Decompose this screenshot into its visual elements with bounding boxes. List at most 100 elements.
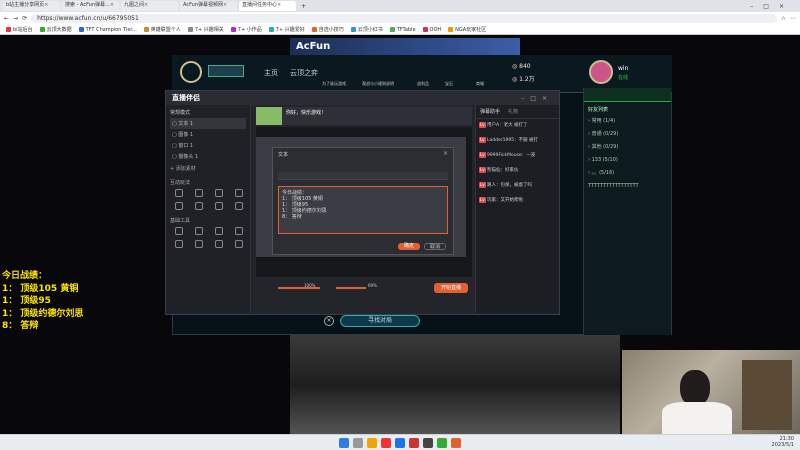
scene-item[interactable]: ▢ 窗口 1	[170, 140, 246, 151]
app-icon[interactable]	[381, 437, 391, 448]
chat-user[interactable]: 9999FickMouse：	[486, 153, 526, 158]
bookmark-item[interactable]: 7+ 兴趣相关	[187, 26, 224, 33]
tab-0[interactable]: b站主播分享网页×	[3, 1, 60, 11]
close-icon[interactable]: ×	[144, 2, 148, 8]
cancel-button[interactable]: 取消	[424, 243, 446, 250]
audio-controls: 100% 69% 开始直播	[256, 280, 472, 296]
tab-3[interactable]: AcFun弹幕视频网×	[180, 1, 237, 11]
find-match-button[interactable]: 寻找对局	[340, 315, 420, 327]
streaming-app-icon[interactable]	[451, 437, 461, 448]
friend-entry[interactable]: TTTTTTTTTTTTTTTTT	[588, 180, 667, 193]
forward-icon[interactable]: →	[13, 15, 18, 22]
chat-user[interactable]: 路人：	[486, 183, 501, 188]
tool-button[interactable]	[230, 240, 248, 249]
subnav-item[interactable]: 为了谁玩游戏	[322, 81, 346, 87]
app-icon[interactable]	[423, 437, 433, 448]
start-icon[interactable]	[339, 437, 349, 448]
scene-item[interactable]: ▢ 文本 1	[170, 118, 246, 129]
friend-group[interactable]: › 。。(5/16)	[588, 167, 667, 180]
explorer-icon[interactable]	[367, 437, 377, 448]
tool-button[interactable]	[170, 227, 188, 236]
tool-button[interactable]	[170, 240, 188, 249]
scene-item[interactable]: ▢ 摄像头 1	[170, 151, 246, 162]
bookmark-item[interactable]: TFT Champion Tier...	[78, 27, 137, 33]
chat-user[interactable]: 用户A：	[486, 123, 504, 128]
avatar[interactable]	[589, 60, 613, 84]
search-icon[interactable]	[353, 437, 363, 448]
close-icon[interactable]: ×	[223, 2, 227, 8]
window-controls[interactable]: –□×	[521, 95, 553, 102]
tool-button[interactable]	[230, 202, 248, 211]
back-icon[interactable]: ←	[4, 15, 9, 22]
tool-button[interactable]	[190, 189, 208, 198]
start-stream-button[interactable]: 开始直播	[434, 283, 468, 293]
text-content-input[interactable]: 今日战绩： 1： 顶级105 黄铜 1： 顶级95 1： 顶级约德尔刘思 8： …	[278, 186, 448, 234]
new-tab-button[interactable]: +	[301, 3, 306, 10]
bookmark-item[interactable]: OOH	[422, 27, 441, 33]
tab-chat[interactable]: 弹幕助手	[480, 108, 500, 115]
tab-1[interactable]: 搜索 - AcFun弹幕...×	[62, 1, 119, 11]
chat-user[interactable]: 熊猫仙：	[486, 168, 505, 173]
bookmark-item[interactable]: bi站后台	[6, 26, 33, 33]
cover-thumbnail[interactable]	[256, 107, 282, 125]
subnav-item[interactable]: 观战与小规则说明	[362, 81, 394, 87]
nav-tft[interactable]: 云顶之弈	[290, 68, 318, 78]
add-source-button[interactable]: + 添加素材	[166, 162, 250, 175]
bookmark-item[interactable]: 自选小技巧	[311, 26, 344, 33]
tool-button[interactable]	[190, 202, 208, 211]
tab-gifts[interactable]: 礼物	[508, 108, 518, 115]
bookmark-item[interactable]: 云顶小红书	[350, 26, 383, 33]
star-icon[interactable]: ☆	[781, 15, 786, 22]
app-icon[interactable]	[409, 437, 419, 448]
bookmark-item[interactable]: TFTable	[389, 26, 416, 33]
reload-icon[interactable]: ⟳	[22, 15, 27, 22]
subnav-item[interactable]: 商城	[476, 81, 484, 87]
confirm-button[interactable]: 确定	[398, 243, 420, 250]
tool-button[interactable]	[170, 202, 188, 211]
subnav-item[interactable]: 战利品	[417, 81, 429, 87]
friend-group[interactable]: › 常用 (1/4)	[588, 115, 667, 128]
close-icon[interactable]: ×	[443, 150, 448, 157]
play-button[interactable]	[180, 61, 202, 83]
bookmark-item[interactable]: 7+ 小作品	[230, 26, 262, 33]
tool-button[interactable]	[190, 227, 208, 236]
tool-button[interactable]	[210, 202, 228, 211]
nav-home[interactable]: 主页	[264, 68, 278, 78]
browser-icon[interactable]	[395, 437, 405, 448]
tool-button[interactable]	[190, 240, 208, 249]
tool-button[interactable]	[170, 189, 188, 198]
bookmark-item[interactable]: 7+ 兴趣爱好	[268, 26, 305, 33]
app-icon[interactable]	[437, 437, 447, 448]
text-format-toolbar[interactable]	[278, 172, 448, 180]
tool-button[interactable]	[230, 227, 248, 236]
stream-title[interactable]: 你好，快乐游戏！	[286, 109, 326, 116]
tool-button[interactable]	[210, 240, 228, 249]
subnav-item[interactable]: 宝石	[445, 81, 453, 87]
tool-button[interactable]	[210, 189, 228, 198]
close-icon[interactable]: ×	[277, 2, 281, 8]
bookmark-item[interactable]: NGA玩家社区	[448, 26, 486, 33]
friend-group[interactable]: › 133 (5/10)	[588, 154, 667, 167]
bookmark-label: TFTable	[396, 26, 416, 33]
bookmark-item[interactable]: 云顶大数据	[39, 26, 72, 33]
close-icon[interactable]: ×	[110, 2, 114, 8]
scene-mode-label[interactable]: 常规模式	[166, 105, 250, 118]
mic-volume-slider[interactable]	[336, 287, 366, 289]
friend-group[interactable]: › 其他 (0/29)	[588, 141, 667, 154]
scene-item[interactable]: ▢ 图像 1	[170, 129, 246, 140]
friend-group[interactable]: › 普通 (0/29)	[588, 128, 667, 141]
menu-icon[interactable]: ⋯	[790, 15, 796, 22]
tab-4[interactable]: 直播间任务中心×	[239, 1, 296, 11]
url-input[interactable]: https://www.acfun.cn/u/66795051	[31, 14, 777, 23]
window-controls[interactable]: –□×	[750, 3, 800, 10]
chat-user[interactable]: 玩家：	[486, 198, 501, 203]
close-icon[interactable]: ×	[44, 2, 48, 8]
close-icon[interactable]: ×	[324, 316, 334, 326]
bookmark-item[interactable]: 英雄联盟个人	[143, 26, 181, 33]
chat-user[interactable]: Ladder1995：	[486, 138, 519, 143]
play-label-box[interactable]	[208, 65, 244, 77]
taskbar	[0, 434, 800, 450]
tab-2[interactable]: 九图之间×	[121, 1, 178, 11]
tool-button[interactable]	[230, 189, 248, 198]
tool-button[interactable]	[210, 227, 228, 236]
